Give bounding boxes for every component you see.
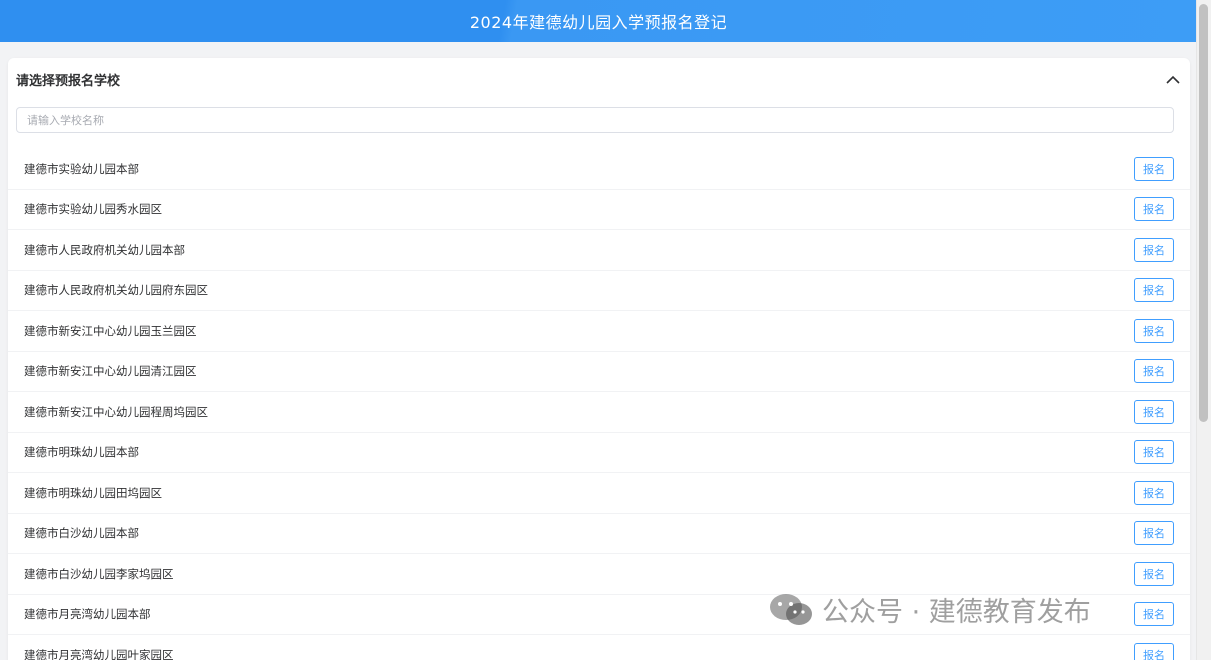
register-button[interactable]: 报名: [1134, 399, 1174, 424]
register-button[interactable]: 报名: [1134, 156, 1174, 181]
school-row: 建德市实验幼儿园秀水园区 报名: [8, 190, 1190, 230]
school-row: 建德市人民政府机关幼儿园府东园区 报名: [8, 271, 1190, 311]
register-button[interactable]: 报名: [1134, 197, 1174, 222]
register-button[interactable]: 报名: [1134, 642, 1174, 660]
scrollbar-thumb[interactable]: [1199, 4, 1208, 422]
school-row: 建德市白沙幼儿园李家坞园区 报名: [8, 554, 1190, 595]
page-scrollbar[interactable]: [1196, 0, 1211, 660]
register-button[interactable]: 报名: [1134, 602, 1174, 627]
school-row: 建德市月亮湾幼儿园本部 报名: [8, 595, 1190, 635]
school-row: 建德市明珠幼儿园本部 报名: [8, 433, 1190, 473]
school-row: 建德市新安江中心幼儿园清江园区 报名: [8, 352, 1190, 392]
school-row: 建德市新安江中心幼儿园玉兰园区 报名: [8, 311, 1190, 352]
school-name: 建德市人民政府机关幼儿园府东园区: [24, 283, 208, 298]
register-button[interactable]: 报名: [1134, 359, 1174, 384]
school-row: 建德市新安江中心幼儿园程周坞园区 报名: [8, 392, 1190, 433]
school-name: 建德市新安江中心幼儿园程周坞园区: [24, 404, 208, 419]
school-name: 建德市明珠幼儿园本部: [24, 445, 139, 460]
school-list: 建德市实验幼儿园本部 报名 建德市实验幼儿园秀水园区 报名 建德市人民政府机关幼儿园本部…: [8, 149, 1190, 660]
school-row: 建德市月亮湾幼儿园叶家园区 报名: [8, 635, 1190, 660]
school-selection-panel: 请选择预报名学校 建德市实验幼儿园本部报名建德市实验幼儿园秀水园区报名建德市人民…: [8, 58, 1190, 660]
school-name: 建德市新安江中心幼儿园玉兰园区: [24, 323, 197, 338]
school-name: 建德市实验幼儿园秀水园区: [24, 202, 162, 217]
register-button[interactable]: 报名: [1134, 318, 1174, 343]
school-name: 建德市实验幼儿园本部: [24, 161, 139, 176]
register-button[interactable]: 报名: [1134, 278, 1174, 303]
school-row: 建德市明珠幼儿园田坞园区 报名: [8, 473, 1190, 514]
school-name: 建德市人民政府机关幼儿园本部: [24, 242, 185, 257]
chevron-up-icon[interactable]: [1164, 70, 1182, 88]
top-header-bar: 2024年建德幼儿园入学预报名登记: [0, 0, 1197, 42]
search-wrapper: [8, 100, 1190, 133]
school-name: 建德市明珠幼儿园田坞园区: [24, 485, 162, 500]
school-search-input[interactable]: [16, 107, 1174, 133]
panel-title: 请选择预报名学校: [16, 73, 121, 89]
school-name: 建德市白沙幼儿园李家坞园区: [24, 566, 174, 581]
school-name: 建德市月亮湾幼儿园本部: [24, 607, 151, 622]
panel-header[interactable]: 请选择预报名学校: [8, 58, 1190, 100]
register-button[interactable]: 报名: [1134, 237, 1174, 262]
school-row: 建德市白沙幼儿园本部 报名: [8, 514, 1190, 554]
register-button[interactable]: 报名: [1134, 480, 1174, 505]
school-name: 建德市月亮湾幼儿园叶家园区: [24, 647, 174, 660]
school-row: 建德市实验幼儿园本部 报名: [8, 149, 1190, 190]
school-row: 建德市人民政府机关幼儿园本部 报名: [8, 230, 1190, 271]
register-button[interactable]: 报名: [1134, 440, 1174, 465]
school-name: 建德市新安江中心幼儿园清江园区: [24, 364, 197, 379]
page-title: 2024年建德幼儿园入学预报名登记: [469, 13, 728, 32]
school-name: 建德市白沙幼儿园本部: [24, 526, 139, 541]
register-button[interactable]: 报名: [1134, 521, 1174, 546]
page: 2024年建德幼儿园入学预报名登记 请选择预报名学校 建德市实验幼儿园本部报名建…: [0, 0, 1211, 660]
register-button[interactable]: 报名: [1134, 561, 1174, 586]
